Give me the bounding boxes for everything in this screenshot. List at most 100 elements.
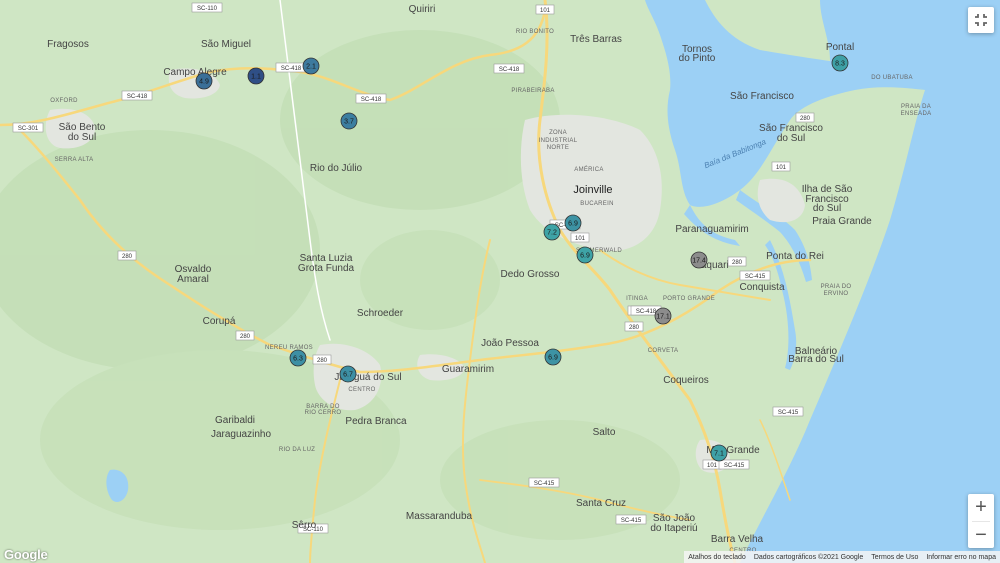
place-label: Amaral <box>177 274 209 285</box>
svg-text:SC-418: SC-418 <box>281 66 302 72</box>
place-label: Garibaldi <box>215 415 255 426</box>
google-logo: Google <box>4 547 48 562</box>
svg-text:280: 280 <box>240 334 251 340</box>
svg-text:280: 280 <box>317 358 328 364</box>
place-label: Três Barras <box>570 34 622 45</box>
zoom-out-button[interactable]: − <box>968 522 994 549</box>
data-marker[interactable]: 8.3 <box>831 54 849 72</box>
data-marker[interactable]: 7.2 <box>543 223 561 241</box>
place-label: Paranaguamirim <box>675 224 748 235</box>
svg-text:SC-415: SC-415 <box>778 410 799 416</box>
data-marker[interactable]: 6.9 <box>576 246 594 264</box>
zoom-in-button[interactable]: + <box>968 494 994 521</box>
road-shield: 280 <box>795 112 815 123</box>
place-label: Santa Cruz <box>576 498 626 509</box>
fullscreen-button[interactable] <box>968 7 994 33</box>
report-error-link[interactable]: Informar erro no mapa <box>922 554 1000 561</box>
place-label: PRAIA DA <box>901 104 931 110</box>
road-shield: SC-415 <box>718 459 750 470</box>
place-label: ERVINO <box>824 291 849 297</box>
road-shield: 101 <box>535 4 555 15</box>
data-marker[interactable]: 6.9 <box>544 348 562 366</box>
data-marker[interactable]: 3.7 <box>340 112 358 130</box>
terms-link[interactable]: Termos de Uso <box>867 554 922 561</box>
place-label: Sêrro <box>292 520 317 531</box>
map-data-text: Dados cartográficos ©2021 Google <box>753 553 864 561</box>
place-label: Schroeder <box>357 308 404 319</box>
data-marker[interactable]: 2.1 <box>302 57 320 75</box>
road-shield: 280 <box>727 256 747 267</box>
data-marker[interactable]: 17.4 <box>690 251 708 269</box>
place-label: Guaramirim <box>442 364 494 375</box>
svg-text:7.1: 7.1 <box>714 451 724 458</box>
place-label: NEREU RAMOS <box>265 345 313 351</box>
svg-text:SC-415: SC-415 <box>745 274 766 280</box>
place-label: SERRA ALTA <box>55 157 94 163</box>
place-label: Dedo Grosso <box>501 269 560 280</box>
place-label: ZONA <box>549 130 567 136</box>
svg-text:6.9: 6.9 <box>568 221 578 228</box>
zoom-control: + − <box>968 494 994 548</box>
place-label: ENSEADA <box>901 111 932 117</box>
place-label: OXFORD <box>50 98 78 104</box>
road-shield: SC-415 <box>528 477 560 488</box>
attribution-bar: Atalhos do teclado Dados cartográficos ©… <box>684 551 1000 563</box>
place-label: NORTE <box>547 145 569 151</box>
road-shield: SC-418 <box>121 90 153 101</box>
place-label: CENTRO <box>348 387 375 393</box>
svg-text:6.9: 6.9 <box>548 355 558 362</box>
place-label: Praia Grande <box>812 216 872 227</box>
svg-text:17.1: 17.1 <box>656 314 670 321</box>
fullscreen-exit-icon <box>975 14 987 26</box>
place-label: do Sul <box>813 203 841 214</box>
road-shield: 280 <box>117 250 137 261</box>
place-label: Massaranduba <box>406 511 473 522</box>
place-label: AMÉRICA <box>574 166 603 173</box>
data-marker[interactable]: 1.1 <box>247 67 265 85</box>
place-label: São Miguel <box>201 39 251 50</box>
data-marker[interactable]: 4.9 <box>195 72 213 90</box>
road-shield: 280 <box>624 321 644 332</box>
place-label: do Pinto <box>679 53 716 64</box>
place-label: INDUSTRIAL <box>539 138 578 144</box>
place-label: CORVETA <box>648 348 679 354</box>
svg-text:280: 280 <box>732 260 743 266</box>
svg-text:SC-418: SC-418 <box>499 67 520 73</box>
svg-text:280: 280 <box>122 254 133 260</box>
svg-text:SC-418: SC-418 <box>636 309 657 315</box>
road-shield: 280 <box>235 330 255 341</box>
road-shield: SC-415 <box>772 406 804 417</box>
place-label: PIRABEIRABA <box>511 88 554 94</box>
svg-text:6.9: 6.9 <box>580 253 590 260</box>
svg-text:SC-415: SC-415 <box>534 481 555 487</box>
svg-text:7.2: 7.2 <box>547 230 557 237</box>
road-shield: 101 <box>771 161 791 172</box>
road-shield: SC-418 <box>355 93 387 104</box>
svg-text:101: 101 <box>776 165 787 171</box>
place-label: RIO BONITO <box>516 29 554 35</box>
place-label: PORTO GRANDE <box>663 296 715 302</box>
place-label: BUCAREIN <box>580 201 613 207</box>
road-shield: SC-418 <box>493 63 525 74</box>
svg-text:SC-415: SC-415 <box>621 518 642 524</box>
svg-text:SC-415: SC-415 <box>724 463 745 469</box>
data-marker[interactable]: 6.9 <box>564 214 582 232</box>
svg-text:101: 101 <box>707 463 718 469</box>
svg-text:6.7: 6.7 <box>343 372 353 379</box>
svg-text:SC-418: SC-418 <box>361 97 382 103</box>
data-marker[interactable]: 6.3 <box>289 349 307 367</box>
svg-text:1.1: 1.1 <box>251 74 261 81</box>
road-shield: SC-415 <box>615 514 647 525</box>
place-label: ITINGA <box>626 296 648 302</box>
place-label: Ponta do Rei <box>766 251 824 262</box>
svg-text:17.4: 17.4 <box>692 258 706 265</box>
data-marker[interactable]: 17.1 <box>654 307 672 325</box>
data-marker[interactable]: 6.7 <box>339 365 357 383</box>
road-shield: SC-301 <box>12 122 44 133</box>
svg-text:280: 280 <box>629 325 640 331</box>
map-canvas[interactable]: SC-110 101 SC-418 SC-418 SC-418 SC-418 SC-301 S… <box>0 0 1000 563</box>
data-marker[interactable]: 7.1 <box>710 444 728 462</box>
svg-text:2.1: 2.1 <box>306 64 316 71</box>
keyboard-shortcuts-link[interactable]: Atalhos do teclado <box>684 554 750 561</box>
svg-text:SC-110: SC-110 <box>197 6 218 12</box>
